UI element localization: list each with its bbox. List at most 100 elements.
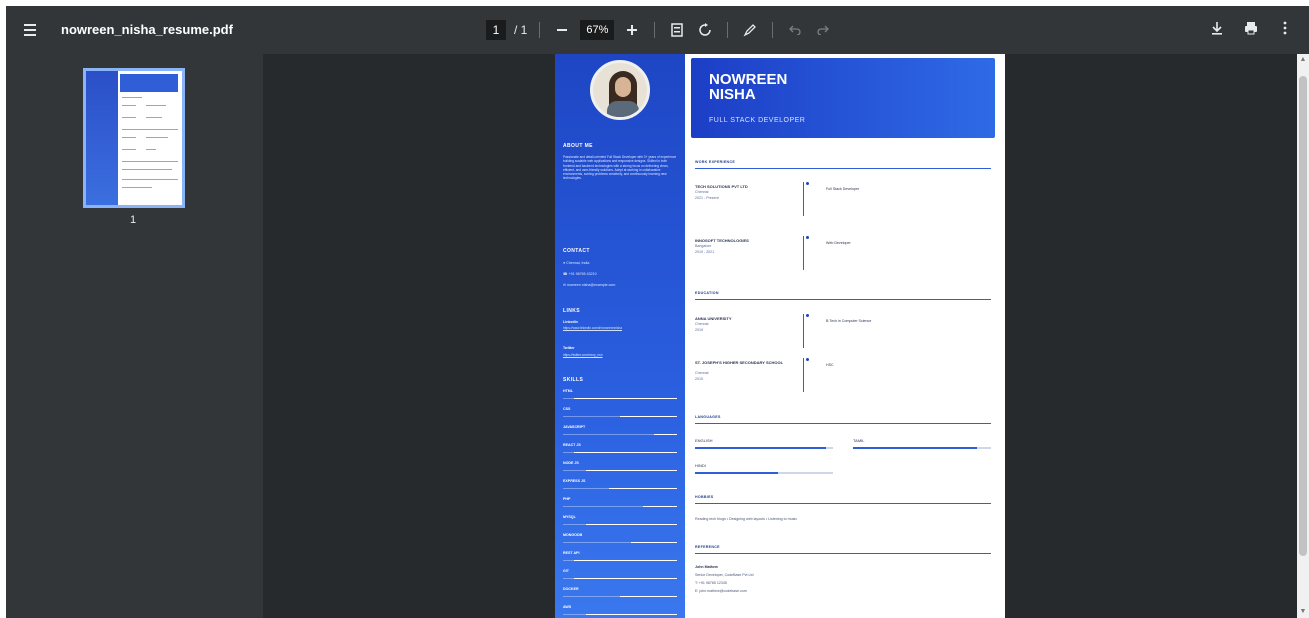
language-name: ENGLISH: [695, 438, 713, 443]
skill-name: CSS: [563, 407, 571, 411]
scroll-thumb[interactable]: [1299, 76, 1307, 556]
more-options-button[interactable]: [1275, 18, 1295, 38]
divider: [695, 423, 991, 424]
fit-page-button[interactable]: [667, 20, 687, 40]
contact-email: ✉ nowreen.nisha@example.com: [563, 283, 616, 287]
undo-button[interactable]: [785, 20, 805, 40]
vertical-scrollbar[interactable]: ▲ ▼: [1297, 54, 1309, 618]
entry-role: Web Developer: [826, 241, 851, 245]
skill-name: MYSQL: [563, 515, 576, 519]
resume-left-column: ABOUT ME Passionate and detail-oriented …: [555, 54, 685, 618]
rotate-button[interactable]: [695, 20, 715, 40]
skill-fill: [620, 596, 677, 597]
entry-location: Chennai: [695, 190, 709, 194]
timeline-dot: [806, 314, 809, 317]
divider: [695, 299, 991, 300]
divider: [772, 22, 774, 38]
undo-icon: [789, 25, 801, 35]
thumbnail-sidebar: 1: [6, 54, 263, 618]
entry-dates: 2019 - 2021: [695, 250, 715, 254]
entry-role: Full Stack Developer: [826, 187, 860, 191]
resume-right-column: NOWREEN NISHA FULL STACK DEVELOPER WORK …: [685, 54, 1005, 618]
language-name: TAMIL: [853, 438, 865, 443]
skill-bar: [563, 398, 677, 399]
download-icon: [1212, 22, 1222, 35]
about-text: Passionate and detail-oriented Full Stac…: [563, 155, 677, 181]
skill-bar: [563, 488, 677, 489]
zoom-level-input[interactable]: 67%: [580, 20, 615, 40]
page-controls: 1 / 1 67%: [486, 18, 833, 42]
contact-heading: CONTACT: [563, 248, 590, 254]
skill-name: PHP: [563, 497, 571, 501]
language-fill: [695, 472, 778, 474]
skill-fill: [643, 506, 677, 507]
skill-bar: [563, 452, 677, 453]
menu-icon[interactable]: [24, 20, 44, 40]
language-name: HINDI: [695, 463, 706, 468]
skill-fill: [620, 416, 677, 417]
skill-name: DOCKER: [563, 587, 579, 591]
skill-name: HTML: [563, 389, 573, 393]
page-number-input[interactable]: 1: [486, 20, 506, 40]
scroll-up-icon[interactable]: ▲: [1299, 56, 1307, 64]
education-heading: EDUCATION: [695, 291, 719, 295]
document-title: nowreen_nisha_resume.pdf: [61, 22, 233, 37]
reference-heading: REFERENCE: [695, 545, 720, 549]
skill-bar: [563, 560, 677, 561]
divider: [695, 168, 991, 169]
reference-email: E: john.mathew@codebase.com: [695, 589, 747, 593]
timeline-line: [803, 314, 804, 348]
entry-location: Chennai: [695, 322, 709, 326]
more-vertical-icon: [1283, 21, 1287, 35]
entry-dates: 2015: [695, 377, 703, 381]
entry-organization: TECH SOLUTIONS PVT LTD: [695, 184, 748, 189]
document-viewer: ABOUT ME Passionate and detail-oriented …: [263, 54, 1297, 618]
redo-button[interactable]: [813, 20, 833, 40]
skill-bar: [563, 524, 677, 525]
divider: [539, 22, 541, 38]
skill-name: REACT JS: [563, 443, 581, 447]
links-heading: LINKS: [563, 308, 580, 314]
linkedin-link[interactable]: https://www.linkedin.com/in/nowreennisha: [563, 326, 679, 330]
name-header: NOWREEN NISHA FULL STACK DEVELOPER: [691, 58, 995, 138]
about-heading: ABOUT ME: [563, 143, 593, 149]
language-fill: [695, 447, 826, 449]
hobbies-heading: HOBBIES: [695, 495, 714, 499]
candidate-role: FULL STACK DEVELOPER: [709, 117, 806, 124]
entry-location: Chennai: [695, 371, 709, 375]
timeline-dot: [806, 236, 809, 239]
timeline-dot: [806, 358, 809, 361]
page-thumbnail[interactable]: [83, 68, 185, 208]
timeline-dot: [806, 182, 809, 185]
divider: [727, 22, 729, 38]
download-button[interactable]: [1207, 18, 1227, 38]
contact-location: ● Chennai, India: [563, 261, 590, 265]
print-button[interactable]: [1241, 18, 1261, 38]
scroll-down-icon[interactable]: ▼: [1299, 608, 1307, 616]
language-bar: [695, 447, 833, 449]
skill-fill: [586, 524, 677, 525]
divider: [695, 553, 991, 554]
zoom-in-button[interactable]: [622, 20, 642, 40]
twitter-label: Twitter: [563, 346, 575, 350]
annotate-button[interactable]: [740, 20, 760, 40]
pen-icon: [743, 24, 757, 37]
timeline-line: [803, 358, 804, 392]
entry-location: Bangalore: [695, 244, 712, 248]
divider: [695, 503, 991, 504]
work-heading: WORK EXPERIENCE: [695, 160, 736, 164]
entry-role: HSC: [826, 363, 834, 367]
reference-title: Senior Developer, CodeBase Pvt Ltd: [695, 573, 754, 577]
thumbnail-page-number: 1: [130, 214, 137, 226]
skill-name: GIT: [563, 569, 569, 573]
zoom-out-button[interactable]: [552, 20, 572, 40]
skill-fill: [574, 560, 677, 561]
skill-bar: [563, 416, 677, 417]
language-bar: [853, 447, 991, 449]
skill-bar: [563, 596, 677, 597]
skill-fill: [586, 614, 677, 615]
twitter-link[interactable]: https://twitter.com/nwrp_nsh: [563, 353, 679, 357]
skill-fill: [609, 488, 677, 489]
skill-fill: [654, 434, 677, 435]
skill-bar: [563, 470, 677, 471]
